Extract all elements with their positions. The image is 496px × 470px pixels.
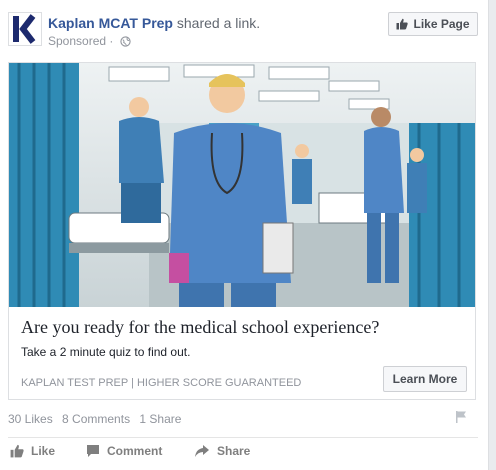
- action-divider: [8, 437, 478, 438]
- thumbs-up-icon: [10, 444, 24, 458]
- globe-icon[interactable]: [120, 36, 131, 50]
- likes-count[interactable]: 30 Likes: [8, 412, 53, 426]
- flag-icon[interactable]: [454, 410, 468, 429]
- post-header: Kaplan MCAT Prep shared a link. Sponsore…: [0, 0, 488, 58]
- like-label: Like: [31, 444, 56, 458]
- learn-more-button[interactable]: Learn More: [383, 366, 467, 392]
- share-button[interactable]: Share: [194, 444, 250, 458]
- shares-count[interactable]: 1 Share: [139, 412, 181, 426]
- share-label: Share: [217, 444, 251, 458]
- thumbs-up-icon: [396, 18, 409, 30]
- page-logo[interactable]: [8, 12, 42, 46]
- ad-description: Take a 2 minute quiz to find out.: [21, 345, 191, 359]
- like-page-button[interactable]: Like Page: [388, 12, 478, 36]
- link-attachment[interactable]: Are you ready for the medical school exp…: [8, 62, 476, 400]
- comment-label: Comment: [107, 444, 163, 458]
- ad-image[interactable]: [9, 63, 475, 307]
- hospital-illustration: [9, 63, 475, 307]
- sponsored-post: Kaplan MCAT Prep shared a link. Sponsore…: [0, 0, 489, 470]
- comments-count[interactable]: 8 Comments: [62, 412, 130, 426]
- comment-button[interactable]: Comment: [86, 444, 162, 458]
- ad-domain: KAPLAN TEST PREP | HIGHER SCORE GUARANTE…: [21, 377, 302, 389]
- kaplan-logo-icon: [13, 14, 36, 44]
- comment-icon: [87, 445, 99, 457]
- ad-headline[interactable]: Are you ready for the medical school exp…: [21, 317, 379, 338]
- meta-separator: ·: [109, 34, 117, 48]
- engagement-stats: 30 Likes 8 Comments 1 Share: [8, 412, 187, 426]
- like-page-label: Like Page: [413, 17, 470, 31]
- like-button[interactable]: Like: [10, 444, 55, 458]
- post-actions: Like Comment Share: [0, 444, 488, 464]
- action-text: shared a link.: [176, 15, 261, 31]
- share-icon: [195, 445, 209, 457]
- sponsored-label[interactable]: Sponsored: [48, 34, 106, 48]
- post-meta: Sponsored ·: [48, 34, 131, 50]
- page-name-link[interactable]: Kaplan MCAT Prep: [48, 15, 173, 31]
- post-title: Kaplan MCAT Prep shared a link.: [48, 15, 260, 31]
